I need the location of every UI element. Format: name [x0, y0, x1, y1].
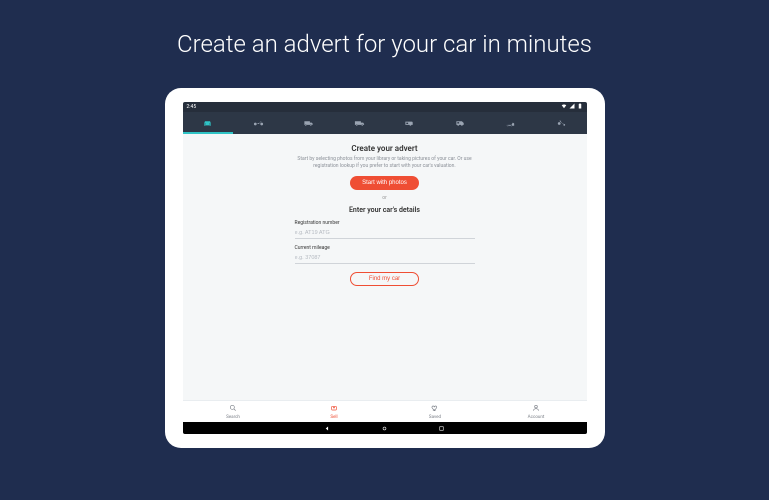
mileage-input[interactable] [295, 253, 475, 264]
nav-sell-label: Sell [330, 415, 337, 420]
screen: 2:45 Create your advert Start by selecti… [183, 102, 587, 434]
android-recents-button[interactable] [438, 425, 445, 432]
wifi-icon [561, 103, 567, 111]
tab-motorbike[interactable] [233, 112, 284, 134]
promo-title: Create an advert for your car in minutes [177, 30, 592, 58]
tab-van[interactable] [284, 112, 335, 134]
vehicle-type-tabs [183, 112, 587, 134]
sell-icon [330, 404, 338, 414]
registration-input[interactable] [295, 228, 475, 239]
android-statusbar: 2:45 [183, 102, 587, 112]
create-advert-title: Create your advert [351, 144, 417, 153]
nav-search[interactable]: Search [183, 401, 284, 422]
battery-icon [577, 103, 583, 111]
android-back-button[interactable] [324, 425, 331, 432]
nav-sell[interactable]: Sell [284, 401, 385, 422]
registration-field: Registration number [295, 220, 475, 239]
search-icon [229, 404, 237, 414]
heart-icon [431, 404, 439, 414]
or-divider: or [382, 195, 387, 201]
nav-saved[interactable]: Saved [385, 401, 486, 422]
start-with-photos-button[interactable]: Start with photos [350, 176, 419, 190]
find-my-car-button[interactable]: Find my car [350, 272, 419, 286]
nav-saved-label: Saved [429, 415, 441, 420]
tab-car[interactable] [183, 112, 234, 134]
mileage-field: Current mileage [295, 245, 475, 264]
registration-label: Registration number [295, 220, 475, 226]
mileage-label: Current mileage [295, 245, 475, 251]
tab-plant[interactable] [486, 112, 537, 134]
nav-search-label: Search [226, 415, 240, 420]
tab-farm[interactable] [536, 112, 587, 134]
main-content: Create your advert Start by selecting ph… [183, 134, 587, 400]
tab-caravan[interactable] [385, 112, 436, 134]
nav-account-label: Account [528, 415, 545, 420]
tablet-frame: 2:45 Create your advert Start by selecti… [165, 88, 605, 448]
bottom-navigation: Search Sell Saved Account [183, 400, 587, 422]
android-home-button[interactable] [381, 425, 388, 432]
tab-motorhome[interactable] [435, 112, 486, 134]
create-advert-subtitle: Start by selecting photos from your libr… [285, 156, 485, 169]
android-navbar [183, 422, 587, 434]
details-heading: Enter your car's details [349, 206, 420, 214]
tab-truck[interactable] [334, 112, 385, 134]
account-icon [532, 404, 540, 414]
statusbar-time: 2:45 [187, 104, 197, 110]
signal-icon [569, 103, 575, 111]
nav-account[interactable]: Account [486, 401, 587, 422]
